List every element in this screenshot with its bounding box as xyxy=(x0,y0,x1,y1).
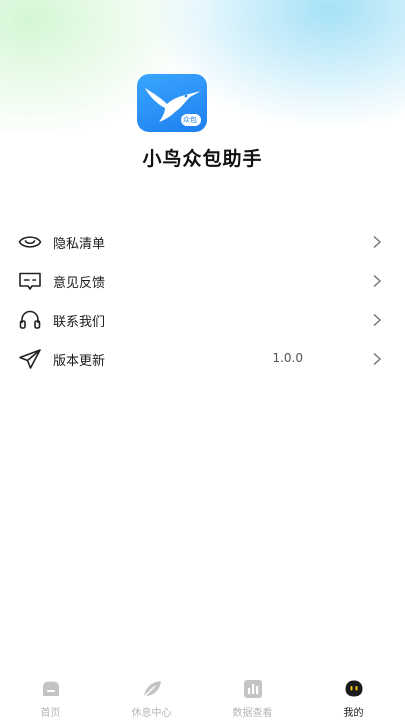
leaf-icon xyxy=(143,681,161,698)
chevron-right-icon xyxy=(373,352,382,366)
menu-item-label: 版本更新 xyxy=(53,354,106,369)
menu-item-label: 隐私清单 xyxy=(53,237,106,252)
tab-data-view[interactable]: 数据查看 xyxy=(202,672,303,720)
tab-label: 我的 xyxy=(343,708,364,719)
feedback-icon xyxy=(19,272,41,290)
eye-icon xyxy=(18,236,42,248)
settings-menu: 隐私清单 意见反馈 联系我们 版本更新 1.0.0 xyxy=(0,222,405,378)
tab-label: 休息中心 xyxy=(131,708,172,719)
chart-icon xyxy=(244,680,262,698)
logo-badge-text: 众包 xyxy=(183,116,197,124)
tab-rest-center[interactable]: 休息中心 xyxy=(101,672,202,720)
menu-item-contact-us[interactable]: 联系我们 xyxy=(0,300,405,339)
mascot-icon xyxy=(345,680,363,697)
menu-item-privacy-list[interactable]: 隐私清单 xyxy=(0,222,405,261)
menu-item-version-update[interactable]: 版本更新 1.0.0 xyxy=(0,339,405,378)
send-icon xyxy=(19,349,41,369)
menu-item-feedback[interactable]: 意见反馈 xyxy=(0,261,405,300)
version-number: 1.0.0 xyxy=(272,351,303,365)
tab-label: 首页 xyxy=(40,708,61,719)
tab-home[interactable]: 首页 xyxy=(0,672,101,720)
chevron-right-icon xyxy=(373,313,382,327)
chevron-right-icon xyxy=(373,274,382,288)
app-logo: 众包 xyxy=(137,74,207,132)
bottom-tab-bar: 首页 休息中心 数据查看 我的 xyxy=(0,672,405,720)
tab-mine[interactable]: 我的 xyxy=(303,672,404,720)
menu-item-label: 联系我们 xyxy=(53,315,106,330)
menu-item-label: 意见反馈 xyxy=(53,276,106,291)
headset-icon xyxy=(19,310,41,329)
chevron-right-icon xyxy=(373,235,382,249)
home-icon xyxy=(43,681,59,696)
tab-label: 数据查看 xyxy=(232,708,273,719)
app-name: 小鸟众包助手 xyxy=(142,148,263,170)
